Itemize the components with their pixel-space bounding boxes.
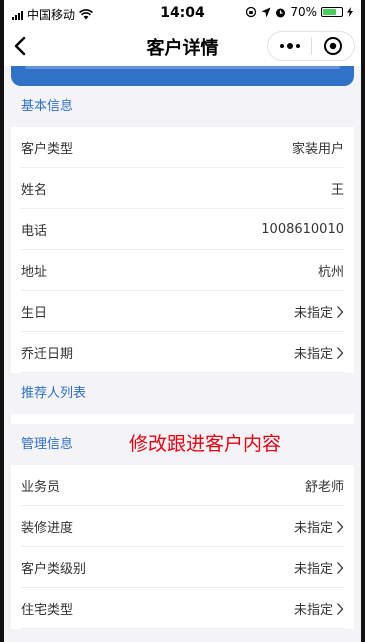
more-dot [295,44,300,48]
row-value: 杭州 [318,261,344,280]
row-phone[interactable]: 电话 1008610010 [11,209,354,250]
row-label: 业务员 [21,480,61,495]
row-label: 地址 [21,265,48,280]
row-salesperson[interactable]: 业务员 舒老师 [11,465,354,506]
chevron-right-icon [337,561,344,574]
row-label: 电话 [21,224,48,239]
housing-type-value: 未指定 [293,603,333,618]
manage-info-list: 业务员 舒老师 装修进度 未指定 客户类级别 未指定 住宅类型 未指定 [11,465,354,629]
phone-screen: 中国移动 14:04 70% 客户详情 基本信息 客户类型 家装用户 姓名 王 … [4,0,361,642]
row-label: 乔迁日期 [21,347,74,362]
row-value: 未指定 [294,343,344,362]
row-value: 未指定 [294,599,344,618]
row-label: 客户类级别 [21,562,87,577]
row-label: 客户类型 [21,142,74,157]
row-name: 姓名 王 [11,168,354,209]
birthday-value: 未指定 [293,306,333,321]
customer-type-value: 家装用户 [291,142,344,157]
row-move-date[interactable]: 乔迁日期 未指定 [11,332,354,373]
section-manage: 管理信息 修改跟进客户内容 [11,424,354,465]
row-label: 住宅类型 [21,603,74,618]
profile-header-strip [11,66,354,86]
row-label: 装修进度 [21,521,74,536]
more-button[interactable] [268,32,311,60]
location-icon [261,7,271,17]
address-value: 杭州 [317,265,344,280]
chevron-left-icon [14,36,26,56]
row-value: 舒老师 [305,476,344,495]
row-label: 生日 [21,306,48,321]
referrer-list-empty [11,414,354,424]
back-button[interactable] [14,30,44,62]
row-address: 地址 杭州 [11,250,354,291]
nav-bar: 客户详情 [4,26,361,66]
row-customer-level[interactable]: 客户类级别 未指定 [11,547,354,588]
lock-rotation-icon [246,6,257,18]
row-housing-type[interactable]: 住宅类型 未指定 [11,588,354,629]
section-basic-header: 基本信息 [11,86,354,127]
annotation-text: 修改跟进客户内容 [129,433,282,455]
name-value: 王 [330,183,344,198]
more-dot [279,44,284,48]
salesperson-value: 舒老师 [304,480,344,495]
battery-fill [323,9,336,15]
alarm-icon [276,8,286,17]
close-button[interactable] [312,32,354,60]
row-value: 1008610010 [261,222,344,237]
row-value: 未指定 [294,302,344,321]
phone-value: 1008610010 [261,222,344,237]
chevron-right-icon [337,520,344,533]
chevron-right-icon [337,346,344,359]
row-value: 王 [331,179,344,198]
customer-level-value: 未指定 [293,562,333,577]
basic-info-list: 客户类型 家装用户 姓名 王 电话 1008610010 地址 杭州 生日 未指… [11,127,354,373]
renovation-progress-value: 未指定 [293,521,333,536]
status-right: 70% [245,5,353,19]
capsule-menu [267,31,355,61]
status-bar: 中国移动 14:04 70% [4,0,361,26]
row-value: 未指定 [294,517,344,536]
row-birthday[interactable]: 生日 未指定 [11,291,354,332]
battery-icon [321,7,343,17]
row-customer-type: 客户类型 家装用户 [11,127,354,168]
move-date-value: 未指定 [293,347,333,362]
target-close-icon [323,37,342,55]
detail-content: 基本信息 客户类型 家装用户 姓名 王 电话 1008610010 地址 杭州 … [11,86,354,629]
section-referrers-header[interactable]: 推荐人列表 [11,373,354,414]
row-value: 未指定 [294,558,344,577]
row-value: 家装用户 [292,138,344,157]
chevron-right-icon [337,305,344,318]
more-dot [286,43,293,49]
charging-icon [347,7,353,17]
battery-percent: 70% [290,5,317,19]
row-label: 姓名 [21,183,48,198]
chevron-right-icon [337,602,344,615]
row-renovation-progress[interactable]: 装修进度 未指定 [11,506,354,547]
